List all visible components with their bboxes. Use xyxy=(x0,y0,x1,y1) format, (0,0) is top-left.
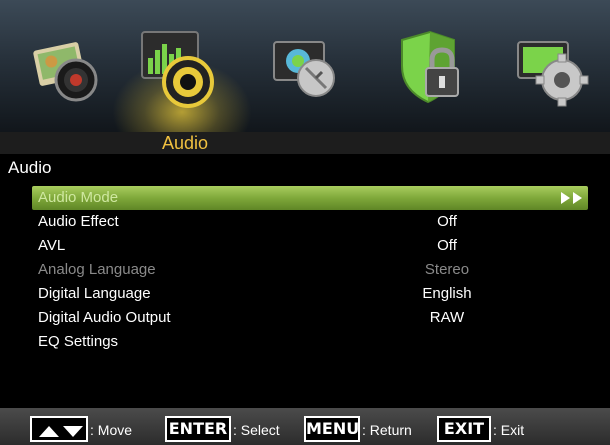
exit-hint-label: : Exit xyxy=(493,422,525,438)
submenu-arrows-icon xyxy=(561,192,582,204)
category-bar xyxy=(0,0,610,140)
category-lock[interactable] xyxy=(392,20,468,112)
category-channel[interactable] xyxy=(270,20,346,112)
menu-item-avl[interactable]: AVL Off xyxy=(32,234,588,258)
menu-item-label: Digital Language xyxy=(38,285,151,302)
footer-hint-bar: : Move ENTER : Select MENU : Return EXIT… xyxy=(0,408,610,445)
lock-shield-icon xyxy=(401,30,459,104)
exit-key: EXIT xyxy=(437,416,491,442)
menu-item-label: Audio Mode xyxy=(38,189,119,206)
arrow-up-icon xyxy=(39,426,59,437)
menu-key: MENU xyxy=(304,416,360,442)
enter-hint-label: : Select xyxy=(233,422,280,438)
menu-item-label: Digital Audio Output xyxy=(38,309,171,326)
active-tab-bar: Audio xyxy=(0,132,610,154)
section-title: Audio xyxy=(8,158,52,177)
menu-item-value: English xyxy=(422,285,472,302)
enter-key: ENTER xyxy=(165,416,231,442)
menu-item-value: Off xyxy=(437,213,457,230)
menu-item-digital-audio-output[interactable]: Digital Audio Output RAW xyxy=(32,306,588,330)
active-tab-label: Audio xyxy=(162,133,209,153)
menu-hint-label: : Return xyxy=(362,422,412,438)
move-key-hint xyxy=(30,416,88,442)
menu-item-value: Stereo xyxy=(424,261,470,278)
menu-item-label: EQ Settings xyxy=(38,333,119,350)
menu-item-label: Audio Effect xyxy=(38,213,119,230)
menu-item-value: RAW xyxy=(429,309,465,326)
category-setup[interactable] xyxy=(514,20,590,112)
category-audio[interactable] xyxy=(140,20,216,112)
setup-gear-icon xyxy=(517,41,589,107)
arrow-down-icon xyxy=(63,426,83,437)
menu-item-label: AVL xyxy=(38,237,66,254)
audio-speaker-icon xyxy=(141,31,214,108)
menu-item-label: Analog Language xyxy=(38,261,156,278)
menu-item-eq-settings[interactable]: EQ Settings xyxy=(32,330,588,354)
menu-item-digital-language[interactable]: Digital Language English xyxy=(32,282,588,306)
channel-satellite-icon xyxy=(273,41,335,97)
picture-camera-icon xyxy=(33,42,98,102)
category-picture[interactable] xyxy=(30,20,106,112)
menu-item-value: Off xyxy=(437,237,457,254)
menu-item-analog-language: Analog Language Stereo xyxy=(32,258,588,282)
menu-item-audio-effect[interactable]: Audio Effect Off xyxy=(32,210,588,234)
menu-item-audio-mode[interactable]: Audio Mode xyxy=(32,186,588,210)
move-hint-label: : Move xyxy=(90,422,133,438)
